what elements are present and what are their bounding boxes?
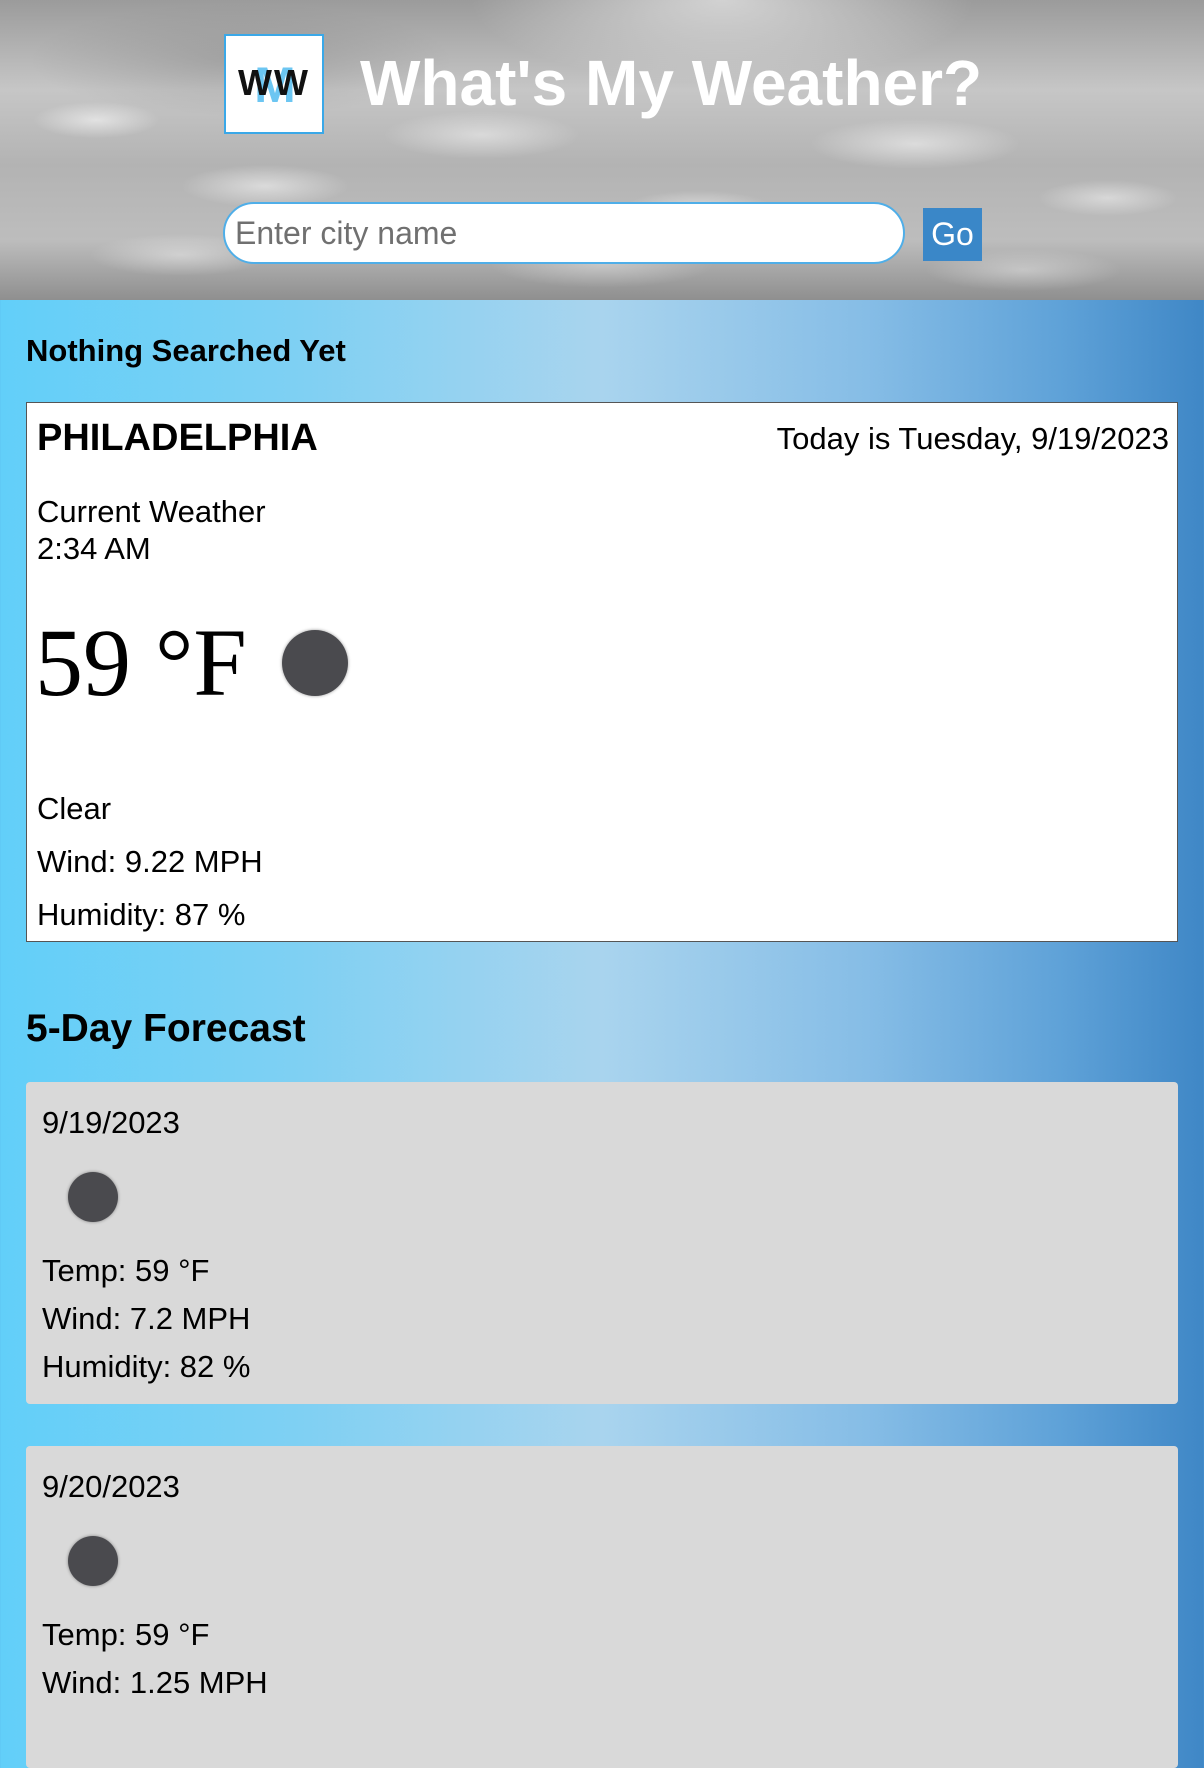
forecast-wind: Wind: 1.25 MPH [42,1665,268,1700]
main-content: Nothing Searched Yet PHILADELPHIA Today … [0,300,1204,1768]
forecast-humidity: Humidity: 82 % [42,1349,251,1384]
current-time: 2:34 AM [37,531,151,566]
current-humidity: Humidity: 87 % [37,897,246,932]
forecast-wind: Wind: 7.2 MPH [42,1301,251,1336]
logo-text: WW [238,62,310,103]
go-button[interactable]: Go [923,208,982,261]
forecast-card: 9/20/2023 Temp: 59 °F Wind: 1.25 MPH [26,1446,1178,1768]
today-date: Today is Tuesday, 9/19/2023 [776,421,1169,456]
current-weather-card: PHILADELPHIA Today is Tuesday, 9/19/2023… [26,402,1178,942]
search-history-title: Nothing Searched Yet [26,333,346,368]
forecast-list: 9/19/2023 Temp: 59 °F Wind: 7.2 MPH Humi… [26,1082,1178,1768]
current-wind: Wind: 9.22 MPH [37,844,263,879]
moon-icon [282,630,348,696]
moon-icon [68,1536,118,1586]
current-weather-label: Current Weather [37,494,266,529]
site-header: M WW What's My Weather? Go [0,0,1204,300]
app-title: What's My Weather? [360,47,983,119]
forecast-temp: Temp: 59 °F [42,1617,210,1652]
city-search-input[interactable] [223,202,905,264]
current-temperature: 59 °F [35,609,247,716]
city-name: PHILADELPHIA [37,417,318,459]
forecast-temp: Temp: 59 °F [42,1253,210,1288]
forecast-date: 9/20/2023 [42,1469,180,1504]
forecast-card: 9/19/2023 Temp: 59 °F Wind: 7.2 MPH Humi… [26,1082,1178,1404]
moon-icon [68,1172,118,1222]
forecast-date: 9/19/2023 [42,1105,180,1140]
forecast-title: 5-Day Forecast [26,1007,306,1050]
ww-logo-icon: M WW [224,34,324,134]
current-condition: Clear [37,791,112,826]
